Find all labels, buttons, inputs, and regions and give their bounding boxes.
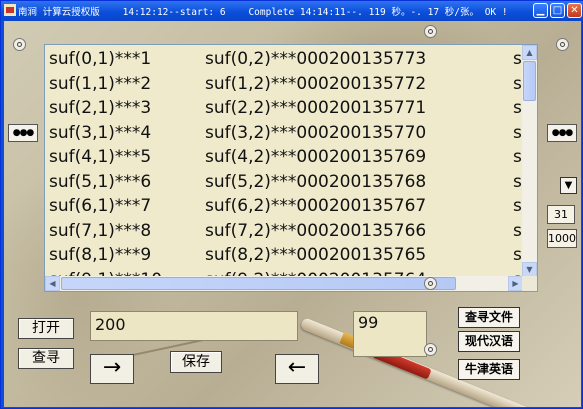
title-bar[interactable]: 南涧 计算云授权版 14:12:12--start: 6 Complete 14… bbox=[1, 1, 583, 21]
scroll-up-arrow-icon[interactable]: ▲ bbox=[522, 45, 537, 60]
list-row[interactable]: suf(1,1)***2suf(1,2)***000200135772suf(1… bbox=[45, 74, 523, 98]
scroll-right-arrow-icon[interactable]: ▶ bbox=[508, 276, 523, 291]
list-cell: suf(3,1)***4 bbox=[49, 122, 152, 143]
list-cell: suf(3,2)***000200135770 bbox=[205, 122, 427, 143]
search-file-button[interactable]: 查寻文件 bbox=[458, 307, 520, 328]
vertical-scrollbar[interactable]: ▲ ▼ bbox=[522, 45, 537, 277]
left-dots-button[interactable]: ●●● bbox=[8, 124, 38, 142]
right-dots-button[interactable]: ●●● bbox=[547, 124, 577, 142]
list-cell: suf(2,1)***3 bbox=[49, 98, 152, 118]
list-cell: suf(5,2)***000200135768 bbox=[205, 171, 427, 192]
list-cell: suf(1,1)***2 bbox=[49, 73, 152, 94]
list-cell: suf(6,1)***7 bbox=[49, 196, 152, 216]
bottom-center-knob-icon[interactable] bbox=[424, 277, 437, 290]
list-cell: suf(6,2)***000200135767 bbox=[205, 196, 427, 216]
minimize-button[interactable]: ▁ bbox=[533, 3, 548, 18]
list-cell: suf(7,2)***000200135766 bbox=[205, 220, 427, 241]
list-cell: suf(0,1)***1 bbox=[49, 49, 152, 69]
list-cell: suf(4,2)***000200135769 bbox=[205, 147, 427, 167]
list-cell: suf(8,1)***9 bbox=[49, 245, 152, 265]
count-a-field[interactable]: 31 bbox=[547, 205, 575, 224]
list-cell: suf(8,2)***000200135765 bbox=[205, 245, 427, 265]
list-cell: suf(5,1)***6 bbox=[49, 171, 152, 192]
list-row[interactable]: suf(7,1)***8suf(7,2)***000200135766suf(7 bbox=[45, 221, 523, 245]
oxford-english-button[interactable]: 牛津英语 bbox=[458, 359, 520, 380]
list-row[interactable]: suf(4,1)***5suf(4,2)***000200135769suf(4 bbox=[45, 147, 523, 171]
results-rows: suf(0,1)***1suf(0,2)***000200135773suf(0… bbox=[45, 45, 523, 277]
scroll-left-arrow-icon[interactable]: ◀ bbox=[45, 276, 60, 291]
list-cell: suf(7,1)***8 bbox=[49, 220, 152, 241]
maximize-button[interactable]: □ bbox=[550, 3, 565, 18]
application-window: 南涧 计算云授权版 14:12:12--start: 6 Complete 14… bbox=[0, 0, 583, 409]
horizontal-scroll-thumb[interactable] bbox=[61, 277, 456, 290]
find-button[interactable]: 查寻 bbox=[18, 348, 74, 369]
list-row[interactable]: suf(5,1)***6suf(5,2)***000200135768suf(5 bbox=[45, 172, 523, 196]
results-list[interactable]: suf(0,1)***1suf(0,2)***000200135773suf(0… bbox=[44, 44, 538, 292]
list-row[interactable]: suf(6,1)***7suf(6,2)***000200135767suf(6 bbox=[45, 196, 523, 220]
top-right-knob-icon[interactable] bbox=[556, 38, 569, 51]
modern-chinese-button[interactable]: 现代汉语 bbox=[458, 331, 520, 352]
input-knob-icon[interactable] bbox=[424, 343, 437, 356]
list-row[interactable]: suf(0,1)***1suf(0,2)***000200135773suf(0 bbox=[45, 49, 523, 73]
count-b-field[interactable]: 1000 bbox=[547, 229, 577, 248]
secondary-value-input[interactable]: 99 bbox=[353, 311, 427, 357]
prev-arrow-button[interactable]: ← bbox=[275, 354, 319, 384]
list-row[interactable]: suf(8,1)***9suf(8,2)***000200135765suf(8 bbox=[45, 245, 523, 269]
save-button[interactable]: 保存 bbox=[170, 351, 222, 373]
open-button[interactable]: 打开 bbox=[18, 318, 74, 339]
main-value-input[interactable]: 200 bbox=[90, 311, 298, 341]
horizontal-scrollbar[interactable]: ◀ ▶ bbox=[45, 276, 523, 291]
next-arrow-button[interactable]: → bbox=[90, 354, 134, 384]
list-row[interactable]: suf(3,1)***4suf(3,2)***000200135770suf(3 bbox=[45, 123, 523, 147]
list-row[interactable]: suf(2,1)***3suf(2,2)***000200135771suf(2 bbox=[45, 98, 523, 122]
top-left-knob-icon[interactable] bbox=[13, 38, 26, 51]
vertical-scroll-thumb[interactable] bbox=[523, 61, 536, 101]
dropdown-arrow-button[interactable]: ▼ bbox=[560, 177, 577, 194]
scroll-down-arrow-icon[interactable]: ▼ bbox=[522, 262, 537, 277]
list-cell: suf(1,2)***000200135772 bbox=[205, 73, 427, 94]
app-icon bbox=[4, 4, 16, 16]
list-cell: suf(2,2)***000200135771 bbox=[205, 98, 427, 118]
top-center-knob-icon[interactable] bbox=[424, 25, 437, 38]
list-cell: suf(0,2)***000200135773 bbox=[205, 49, 427, 69]
scrollbar-corner bbox=[522, 276, 537, 291]
client-area: suf(0,1)***1suf(0,2)***000200135773suf(0… bbox=[4, 21, 581, 407]
window-title: 南涧 计算云授权版 14:12:12--start: 6 Complete 14… bbox=[18, 7, 508, 18]
list-cell: suf(4,1)***5 bbox=[49, 147, 152, 167]
close-button[interactable]: ✕ bbox=[567, 3, 582, 18]
